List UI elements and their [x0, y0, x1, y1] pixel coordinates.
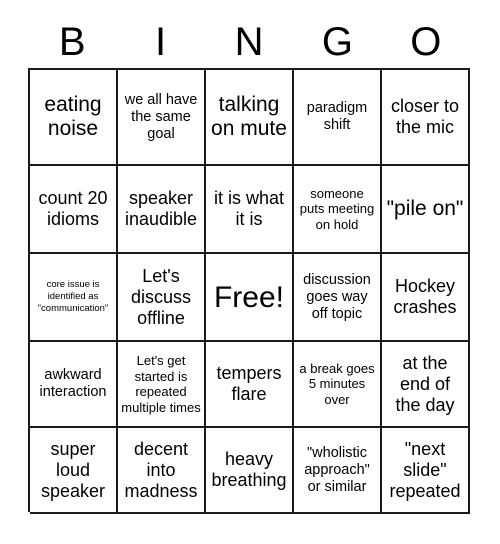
- bingo-cell-r2c3[interactable]: it is what it is: [206, 166, 294, 254]
- bingo-cell-label: closer to the mic: [390, 96, 460, 137]
- bingo-cell-r3c5[interactable]: Hockey crashes: [382, 254, 470, 342]
- header-letter-i: I: [155, 20, 167, 64]
- bingo-cell-label: paradigm shift: [306, 100, 368, 133]
- bingo-cell-r3c3[interactable]: Free!: [206, 254, 294, 342]
- bingo-cell-label: "next slide" repeated: [389, 438, 461, 501]
- bingo-cell-label: decent into madness: [124, 438, 198, 501]
- bingo-cell-r1c1[interactable]: eating noise: [30, 70, 118, 166]
- bingo-header-row: B I N G O: [28, 16, 470, 68]
- bingo-cell-label: awkward interaction: [39, 367, 107, 400]
- bingo-cell-r4c3[interactable]: tempers flare: [206, 342, 294, 428]
- bingo-cell-r5c4[interactable]: "wholistic approach" or similar: [294, 428, 382, 514]
- bingo-cell-r1c4[interactable]: paradigm shift: [294, 70, 382, 166]
- bingo-cell-label: Let's discuss offline: [130, 265, 192, 328]
- bingo-cell-label: it is what it is: [213, 188, 285, 229]
- bingo-cell-r3c1[interactable]: core issue is identified as "communicati…: [30, 254, 118, 342]
- bingo-cell-r1c3[interactable]: talking on mute: [206, 70, 294, 166]
- bingo-cell-label: "pile on": [386, 197, 464, 220]
- bingo-cell-r2c2[interactable]: speaker inaudible: [118, 166, 206, 254]
- bingo-cell-r5c2[interactable]: decent into madness: [118, 428, 206, 514]
- bingo-cell-label: heavy breathing: [211, 449, 287, 490]
- bingo-cell-label: Free!: [213, 280, 285, 314]
- bingo-cell-label: Hockey crashes: [393, 276, 457, 317]
- bingo-cell-r1c5[interactable]: closer to the mic: [382, 70, 470, 166]
- bingo-cell-r2c5[interactable]: "pile on": [382, 166, 470, 254]
- bingo-cell-r4c5[interactable]: at the end of the day: [382, 342, 470, 428]
- bingo-cell-label: a break goes 5 minutes over: [299, 360, 375, 407]
- bingo-cell-r5c3[interactable]: heavy breathing: [206, 428, 294, 514]
- header-letter-o: O: [410, 20, 442, 64]
- bingo-cell-label: super loud speaker: [40, 438, 106, 501]
- bingo-cell-r4c2[interactable]: Let's get started is repeated multiple t…: [118, 342, 206, 428]
- bingo-grid: eating noise we all have the same goal tal…: [28, 68, 470, 514]
- bingo-cell-r3c2[interactable]: Let's discuss offline: [118, 254, 206, 342]
- bingo-cell-label: at the end of the day: [395, 352, 455, 415]
- bingo-cell-label: Let's get started is repeated multiple t…: [121, 353, 201, 415]
- bingo-cell-label: speaker inaudible: [124, 188, 198, 229]
- bingo-cell-r2c1[interactable]: count 20 idioms: [30, 166, 118, 254]
- bingo-cell-r3c4[interactable]: discussion goes way off topic: [294, 254, 382, 342]
- bingo-cell-r5c5[interactable]: "next slide" repeated: [382, 428, 470, 514]
- bingo-cell-label: core issue is identified as "communicati…: [37, 279, 109, 314]
- bingo-cell-r4c1[interactable]: awkward interaction: [30, 342, 118, 428]
- header-letter-g: G: [321, 20, 353, 64]
- header-letter-b: B: [58, 20, 86, 64]
- bingo-cell-label: someone puts meeting on hold: [299, 185, 375, 232]
- bingo-cell-r5c1[interactable]: super loud speaker: [30, 428, 118, 514]
- bingo-cell-label: eating noise: [44, 93, 102, 140]
- header-letter-n: N: [234, 20, 264, 64]
- bingo-cell-label: tempers flare: [216, 363, 282, 404]
- bingo-cell-r4c4[interactable]: a break goes 5 minutes over: [294, 342, 382, 428]
- bingo-card: B I N G O eating noise we all have the sa…: [0, 0, 500, 544]
- bingo-cell-label: discussion goes way off topic: [303, 271, 371, 322]
- bingo-cell-label: we all have the same goal: [124, 91, 198, 142]
- bingo-cell-label: count 20 idioms: [38, 188, 108, 229]
- bingo-cell-label: "wholistic approach" or similar: [304, 444, 370, 495]
- bingo-cell-label: talking on mute: [211, 93, 287, 140]
- bingo-cell-r1c2[interactable]: we all have the same goal: [118, 70, 206, 166]
- bingo-cell-r2c4[interactable]: someone puts meeting on hold: [294, 166, 382, 254]
